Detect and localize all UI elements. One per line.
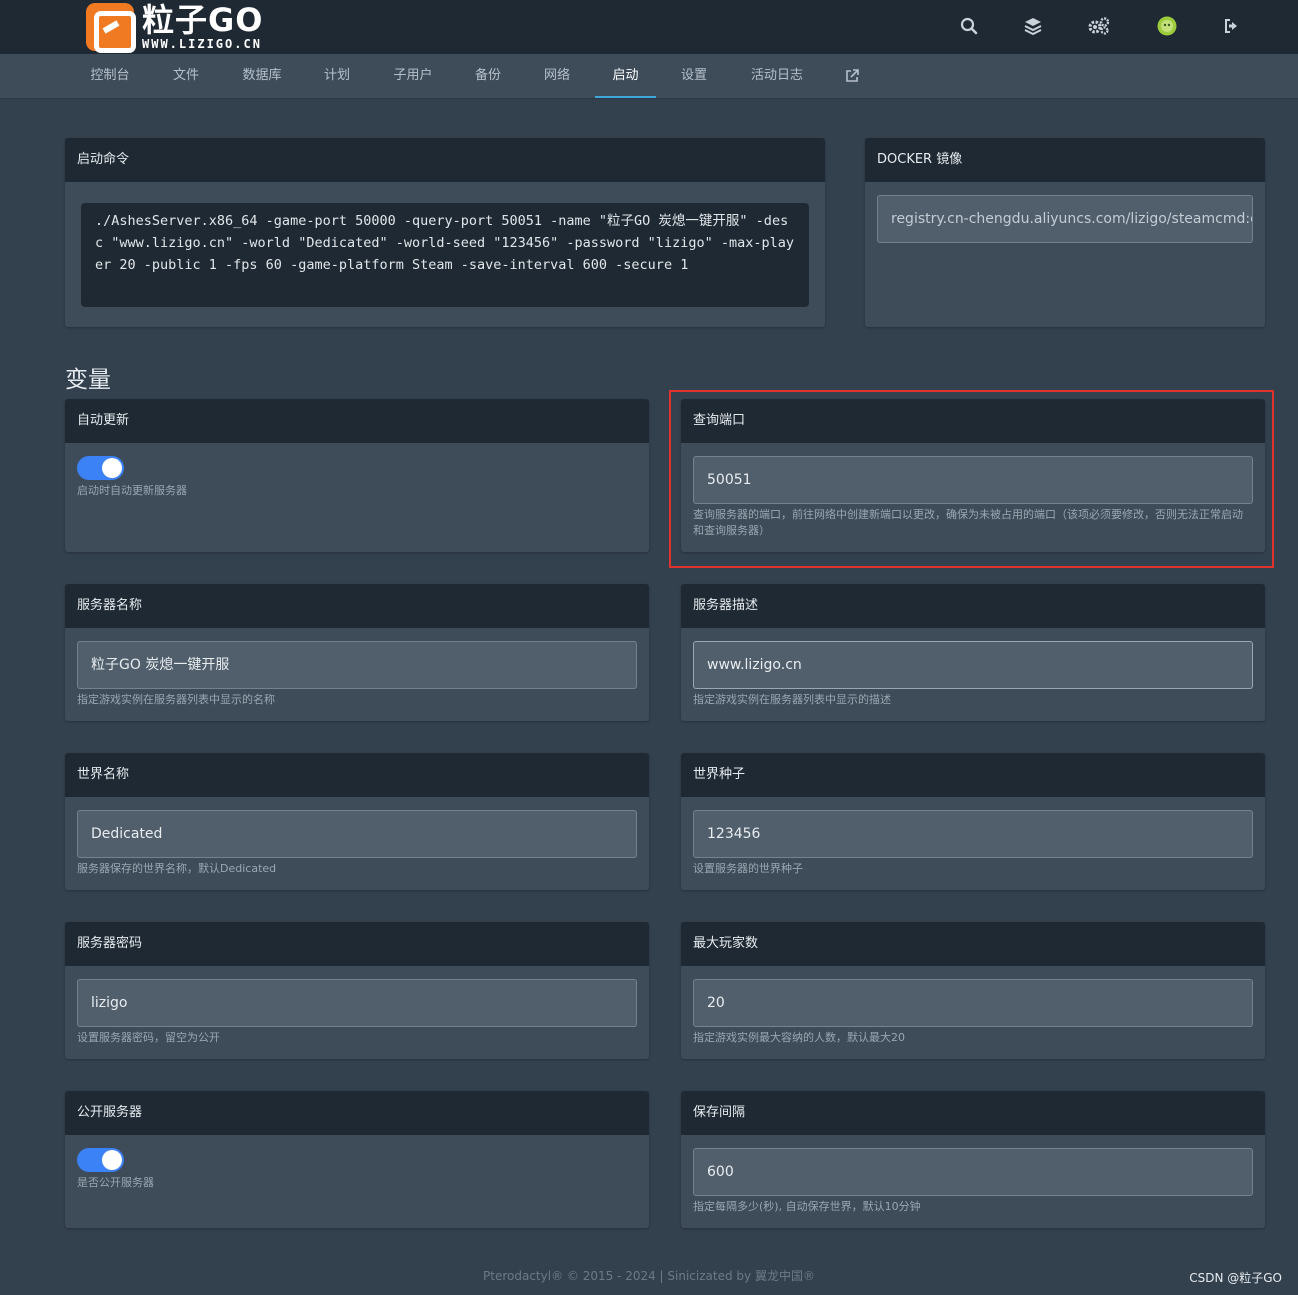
startup-command-box: 启动命令 ./AshesServer.x86_64 -game-port 500… (65, 138, 825, 327)
server-nav: 控制台 文件 数据库 计划 子用户 备份 网络 启动 设置 活动日志 (0, 54, 1298, 99)
auto-update-toggle[interactable] (77, 456, 124, 480)
layers-icon[interactable] (1022, 15, 1044, 37)
avatar[interactable] (1156, 15, 1178, 37)
max-players-box: 最大玩家数 20 指定游戏实例最大容纳的人数，默认最大20 (681, 922, 1265, 1059)
variables-title: 变量 (65, 367, 111, 393)
public-server-title: 公开服务器 (65, 1091, 649, 1135)
max-players-input[interactable]: 20 (693, 979, 1253, 1027)
auto-update-title: 自动更新 (65, 399, 649, 443)
world-name-box: 世界名称 Dedicated 服务器保存的世界名称，默认Dedicated (65, 753, 649, 890)
startup-command: ./AshesServer.x86_64 -game-port 50000 -q… (81, 203, 809, 307)
server-desc-input[interactable]: www.lizigo.cn (693, 641, 1253, 689)
max-players-title: 最大玩家数 (681, 922, 1265, 966)
nav-startup[interactable]: 启动 (595, 54, 656, 98)
world-seed-input[interactable]: 123456 (693, 810, 1253, 858)
docker-image-box: DOCKER 镜像 registry.cn-chengdu.aliyuncs.c… (865, 138, 1265, 327)
docker-image-select[interactable]: registry.cn-chengdu.aliyuncs.com/lizigo/… (877, 195, 1253, 243)
save-interval-title: 保存间隔 (681, 1091, 1265, 1135)
nav-files[interactable]: 文件 (164, 54, 208, 98)
watermark: CSDN @粒子GO (1189, 1271, 1282, 1285)
sign-out-icon[interactable] (1222, 15, 1244, 37)
auto-update-box: 自动更新 启动时自动更新服务器 (65, 399, 649, 552)
gears-icon[interactable] (1088, 15, 1110, 37)
password-title: 服务器密码 (65, 922, 649, 966)
brand-logo[interactable]: 粒子GO WWW.LIZIGO.CN (86, 1, 264, 53)
nav-console[interactable]: 控制台 (80, 54, 140, 98)
public-server-box: 公开服务器 是否公开服务器 (65, 1091, 649, 1228)
server-name-box: 服务器名称 粒子GO 炭熄一键开服 指定游戏实例在服务器列表中显示的名称 (65, 584, 649, 721)
save-interval-input[interactable]: 600 (693, 1148, 1253, 1196)
save-interval-box: 保存间隔 600 指定每隔多少(秒), 自动保存世界，默认10分钟 (681, 1091, 1265, 1228)
nav-users[interactable]: 子用户 (384, 54, 442, 98)
footer-copyright: Pterodactyl® © 2015 - 2024 | Sinicizated… (483, 1269, 815, 1283)
brand-name: 粒子GO (142, 1, 264, 39)
external-link-icon[interactable] (842, 54, 862, 98)
max-players-hint: 指定游戏实例最大容纳的人数，默认最大20 (693, 1031, 905, 1044)
server-name-hint: 指定游戏实例在服务器列表中显示的名称 (77, 693, 275, 706)
nav-schedules[interactable]: 计划 (315, 54, 359, 98)
world-name-title: 世界名称 (65, 753, 649, 797)
password-input[interactable]: lizigo (77, 979, 637, 1027)
startup-command-title: 启动命令 (65, 138, 825, 182)
server-name-title: 服务器名称 (65, 584, 649, 628)
search-icon[interactable] (958, 15, 980, 37)
nav-databases[interactable]: 数据库 (234, 54, 290, 98)
docker-image-title: DOCKER 镜像 (865, 138, 1265, 182)
public-server-toggle[interactable] (77, 1148, 124, 1172)
server-name-input[interactable]: 粒子GO 炭熄一键开服 (77, 641, 637, 689)
server-desc-box: 服务器描述 www.lizigo.cn 指定游戏实例在服务器列表中显示的描述 (681, 584, 1265, 721)
save-interval-hint: 指定每隔多少(秒), 自动保存世界，默认10分钟 (693, 1200, 921, 1213)
password-hint: 设置服务器密码，留空为公开 (77, 1031, 220, 1044)
server-desc-hint: 指定游戏实例在服务器列表中显示的描述 (693, 693, 891, 706)
server-desc-title: 服务器描述 (681, 584, 1265, 628)
logo-mark (86, 3, 136, 53)
public-server-hint: 是否公开服务器 (77, 1176, 154, 1189)
world-seed-hint: 设置服务器的世界种子 (693, 862, 803, 875)
auto-update-hint: 启动时自动更新服务器 (77, 484, 187, 497)
brand-url: WWW.LIZIGO.CN (142, 37, 262, 51)
world-seed-title: 世界种子 (681, 753, 1265, 797)
world-name-hint: 服务器保存的世界名称，默认Dedicated (77, 862, 277, 875)
world-name-input[interactable]: Dedicated (77, 810, 637, 858)
highlight-box (669, 390, 1274, 568)
nav-backups[interactable]: 备份 (466, 54, 510, 98)
nav-activity[interactable]: 活动日志 (744, 54, 810, 98)
world-seed-box: 世界种子 123456 设置服务器的世界种子 (681, 753, 1265, 890)
nav-network[interactable]: 网络 (535, 54, 579, 98)
top-bar: 粒子GO WWW.LIZIGO.CN (0, 0, 1298, 54)
password-box: 服务器密码 lizigo 设置服务器密码，留空为公开 (65, 922, 649, 1059)
nav-settings[interactable]: 设置 (672, 54, 716, 98)
